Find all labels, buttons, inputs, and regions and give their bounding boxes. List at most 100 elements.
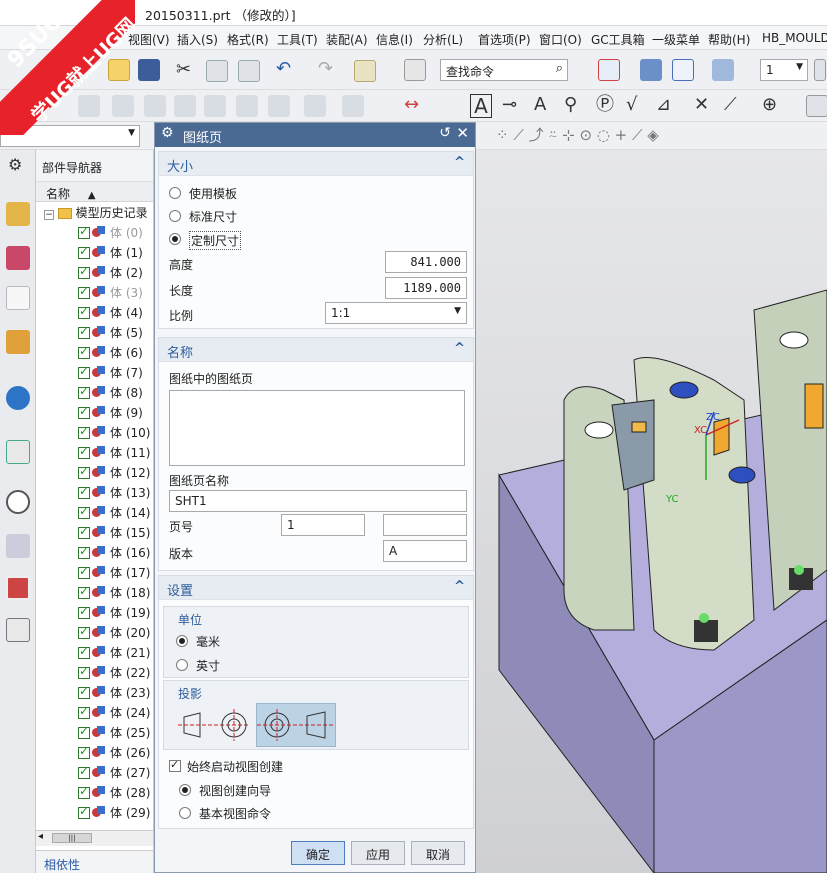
centerline-icon[interactable]: ⊕ (762, 94, 777, 116)
command-search-input[interactable]: 查找命令 ⌕ (440, 59, 568, 81)
snap-point-icon[interactable]: ⁘ ⟋ ⤴ ⍨ ⊹ ⊙ ◌ + ⟋ ◈ (496, 124, 659, 146)
chevron-up-icon[interactable]: ^ (454, 341, 465, 356)
collapse-icon[interactable]: − (44, 210, 54, 220)
gear-icon[interactable]: ⚙ (161, 125, 174, 141)
navigator-row-body[interactable]: 体 (16) (78, 544, 150, 564)
paste-icon[interactable] (238, 60, 260, 82)
visibility-checkbox[interactable] (78, 464, 90, 479)
navigator-row-body[interactable]: 体 (6) (78, 344, 143, 364)
navigator-row-body[interactable]: 体 (28) (78, 784, 150, 804)
reset-icon[interactable]: ↺ (439, 125, 451, 141)
navigator-row-body[interactable]: 体 (10) (78, 424, 150, 444)
navigator-row-body[interactable]: 体 (13) (78, 484, 150, 504)
copy-icon[interactable] (206, 60, 228, 82)
visibility-checkbox[interactable] (78, 324, 90, 339)
settings-group-header[interactable]: 设置 ^ (159, 576, 473, 600)
drawing-view-icon[interactable] (78, 95, 100, 117)
menu-tools[interactable]: 工具(T) (277, 31, 318, 48)
projected-view-icon[interactable] (144, 95, 166, 117)
navigator-row-body[interactable]: 体 (18) (78, 584, 150, 604)
menu-insert[interactable]: 插入(S) (177, 31, 218, 48)
weld-symbol-icon[interactable]: ⊿ (656, 94, 671, 116)
menu-gc-toolbox[interactable]: GC工具箱 (591, 31, 645, 48)
chevron-up-icon[interactable]: ^ (454, 155, 465, 170)
cross-icon[interactable]: ✕ (694, 94, 709, 116)
visibility-checkbox[interactable] (78, 424, 90, 439)
apply-button[interactable]: 应用 (351, 841, 405, 865)
part-navigator-icon[interactable] (6, 286, 30, 310)
leader-icon[interactable]: ⊸ (502, 94, 517, 116)
navigator-row-body[interactable]: 体 (27) (78, 764, 150, 784)
menu-assembly[interactable]: 装配(A) (326, 31, 368, 48)
dialog-titlebar[interactable]: ⚙ 图纸页 ↺ ✕ (155, 123, 475, 147)
height-input[interactable]: 841.000 (385, 251, 467, 273)
first-angle-projection-button[interactable] (178, 703, 250, 747)
visibility-checkbox[interactable] (78, 624, 90, 639)
selection-filter-select[interactable]: ▼ (0, 125, 140, 147)
label-icon[interactable]: A (534, 94, 546, 116)
info-icon[interactable] (404, 59, 426, 81)
view-style-icon[interactable] (342, 95, 364, 117)
reuse-library-icon[interactable] (6, 330, 30, 354)
assembly-navigator-icon[interactable] (6, 202, 30, 226)
visibility-checkbox[interactable] (78, 444, 90, 459)
break-view-icon[interactable] (236, 95, 258, 117)
gear-icon[interactable]: ⚙ (8, 154, 22, 176)
note-icon[interactable]: A (470, 94, 492, 118)
page-number-input[interactable]: 1 (281, 514, 365, 536)
navigator-row-body[interactable]: 体 (24) (78, 704, 150, 724)
visibility-checkbox[interactable] (78, 724, 90, 739)
scale-select[interactable]: 1:1 ▼ (325, 302, 467, 324)
navigator-row-body[interactable]: 体 (9) (78, 404, 143, 424)
insert-sketch-icon[interactable] (354, 60, 376, 82)
menu-view[interactable]: 视图(V) (128, 31, 170, 48)
layer-select[interactable]: 1 ▼ (760, 59, 808, 81)
base-view-icon[interactable] (112, 95, 134, 117)
scroll-left-icon[interactable]: ◂ (38, 831, 43, 842)
web-browser-icon[interactable] (6, 440, 30, 464)
menu-information[interactable]: 信息(I) (376, 31, 413, 48)
intersection-icon[interactable]: ⟋ (724, 94, 737, 116)
navigator-row-body[interactable]: 体 (8) (78, 384, 143, 404)
inches-radio[interactable] (176, 659, 188, 671)
menu-analysis[interactable]: 分析(L) (423, 31, 463, 48)
name-column-header[interactable]: 名称 ▲ (36, 182, 153, 202)
balloon-icon[interactable]: Ⓟ (596, 94, 614, 116)
scrollbar-thumb[interactable]: ||| (52, 833, 92, 843)
navigator-row-body[interactable]: 体 (14) (78, 504, 150, 524)
visibility-checkbox[interactable] (78, 504, 90, 519)
size-group-header[interactable]: 大小 ^ (159, 152, 473, 176)
undo-icon[interactable]: ↶ (276, 58, 291, 80)
menu-format[interactable]: 格式(R) (227, 31, 269, 48)
ok-button[interactable]: 确定 (291, 841, 345, 865)
detail-view-icon[interactable] (204, 95, 226, 117)
visibility-checkbox[interactable] (78, 304, 90, 319)
cut-icon[interactable]: ✂ (176, 59, 191, 81)
visibility-checkbox[interactable] (78, 704, 90, 719)
base-view-command-radio[interactable] (179, 807, 191, 819)
visibility-checkbox[interactable] (78, 744, 90, 759)
navigator-row-body[interactable]: 体 (3) (78, 284, 143, 304)
menu-window[interactable]: 窗口(O) (539, 31, 582, 48)
shaded-view-icon[interactable] (640, 59, 662, 81)
view-creation-wizard-radio[interactable] (179, 784, 191, 796)
navigator-row-body[interactable]: 体 (15) (78, 524, 150, 544)
zoom-icon[interactable]: ⚲ (564, 94, 577, 116)
navigator-row-body[interactable]: 体 (20) (78, 624, 150, 644)
visibility-checkbox[interactable] (78, 364, 90, 379)
visibility-checkbox[interactable] (78, 784, 90, 799)
cancel-button[interactable]: 取消 (411, 841, 465, 865)
always-start-view-creation-checkbox[interactable] (169, 758, 181, 772)
surface-finish-icon[interactable]: √ (626, 94, 637, 116)
name-group-header[interactable]: 名称 ^ (159, 338, 473, 362)
navigator-row-body[interactable]: 体 (7) (78, 364, 143, 384)
navigator-row-body[interactable]: 体 (23) (78, 684, 150, 704)
close-icon[interactable]: ✕ (456, 124, 469, 142)
navigator-row-body[interactable]: 体 (17) (78, 564, 150, 584)
view-update-icon[interactable] (268, 95, 290, 117)
roles-icon[interactable] (6, 618, 30, 642)
visibility-checkbox[interactable] (78, 284, 90, 299)
fit-view-icon[interactable] (598, 59, 620, 81)
navigator-row-body[interactable]: 体 (4) (78, 304, 143, 324)
model-history-node[interactable]: − 模型历史记录 (44, 204, 148, 221)
